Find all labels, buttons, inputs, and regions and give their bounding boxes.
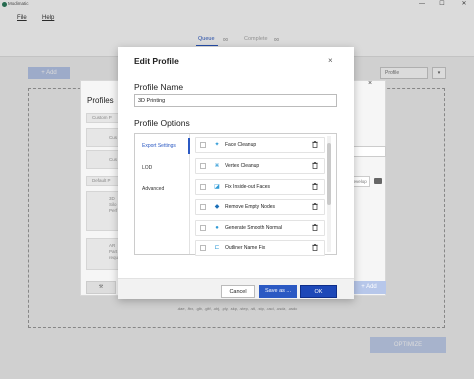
empty-nodes-icon: ◆ xyxy=(214,204,220,210)
trash-icon[interactable] xyxy=(312,141,318,148)
option-label: Vertex Cleanup xyxy=(225,163,260,169)
option-drag-handle[interactable] xyxy=(200,245,206,251)
trash-icon[interactable] xyxy=(312,224,318,231)
default-profile-card-3d[interactable]: 3D Silo Perf xyxy=(86,191,120,231)
profile-name-input[interactable] xyxy=(134,94,337,107)
custom-profiles-header: Custom P xyxy=(86,113,120,123)
option-label: Outliner Name Fix xyxy=(225,245,266,251)
edit-profile-close-button[interactable]: × xyxy=(328,56,333,65)
profile-options-label: Profile Options xyxy=(134,118,190,128)
default-profile-card-ar[interactable]: AR Part requ xyxy=(86,238,120,270)
smooth-normal-icon: ● xyxy=(215,225,219,231)
option-drag-handle[interactable] xyxy=(200,184,206,190)
nav-export-settings[interactable]: Export Settings xyxy=(142,143,176,149)
save-as-button[interactable]: Save as ... xyxy=(259,285,297,298)
custom-profile-item[interactable]: Cus xyxy=(86,128,120,147)
face-cleanup-icon: ✦ xyxy=(214,142,220,148)
folder-icon[interactable] xyxy=(374,178,382,184)
custom-profile-item[interactable]: Cus xyxy=(86,150,120,169)
option-label: Face Cleanup xyxy=(225,142,257,148)
profiles-close-button[interactable]: × xyxy=(368,80,372,87)
profiles-add-button[interactable]: + Add xyxy=(352,281,386,294)
ok-button[interactable]: OK xyxy=(300,285,337,298)
profiles-dropdown[interactable] xyxy=(350,146,386,157)
vertex-cleanup-icon: ⋇ xyxy=(214,163,220,169)
nav-advanced[interactable]: Advanced xyxy=(142,186,164,192)
edit-profile-title: Edit Profile xyxy=(134,56,179,66)
profile-name-label: Profile Name xyxy=(134,82,184,92)
profile-tool-button[interactable]: ⚒ xyxy=(86,281,116,294)
nav-lod[interactable]: LOD xyxy=(142,165,152,171)
profiles-title: Profiles xyxy=(87,96,114,105)
nav-active-indicator xyxy=(188,138,190,154)
trash-icon[interactable] xyxy=(312,244,318,251)
option-drag-handle[interactable] xyxy=(200,142,206,148)
option-label: Fix Inside-out Faces xyxy=(225,184,271,190)
default-profiles-header: Default P xyxy=(86,176,120,186)
fix-faces-icon: ◪ xyxy=(214,184,220,190)
option-drag-handle[interactable] xyxy=(200,204,206,210)
trash-icon[interactable] xyxy=(312,203,318,210)
outliner-icon: ⊏ xyxy=(214,245,220,251)
option-label: Generate Smooth Normal xyxy=(225,225,282,231)
options-scrollbar-thumb[interactable] xyxy=(327,143,331,205)
option-drag-handle[interactable] xyxy=(200,163,206,169)
cancel-button[interactable]: Cancel xyxy=(221,285,255,298)
option-drag-handle[interactable] xyxy=(200,225,206,231)
trash-icon[interactable] xyxy=(312,162,318,169)
trash-icon[interactable] xyxy=(312,183,318,190)
option-label: Remove Empty Nodes xyxy=(225,204,276,210)
